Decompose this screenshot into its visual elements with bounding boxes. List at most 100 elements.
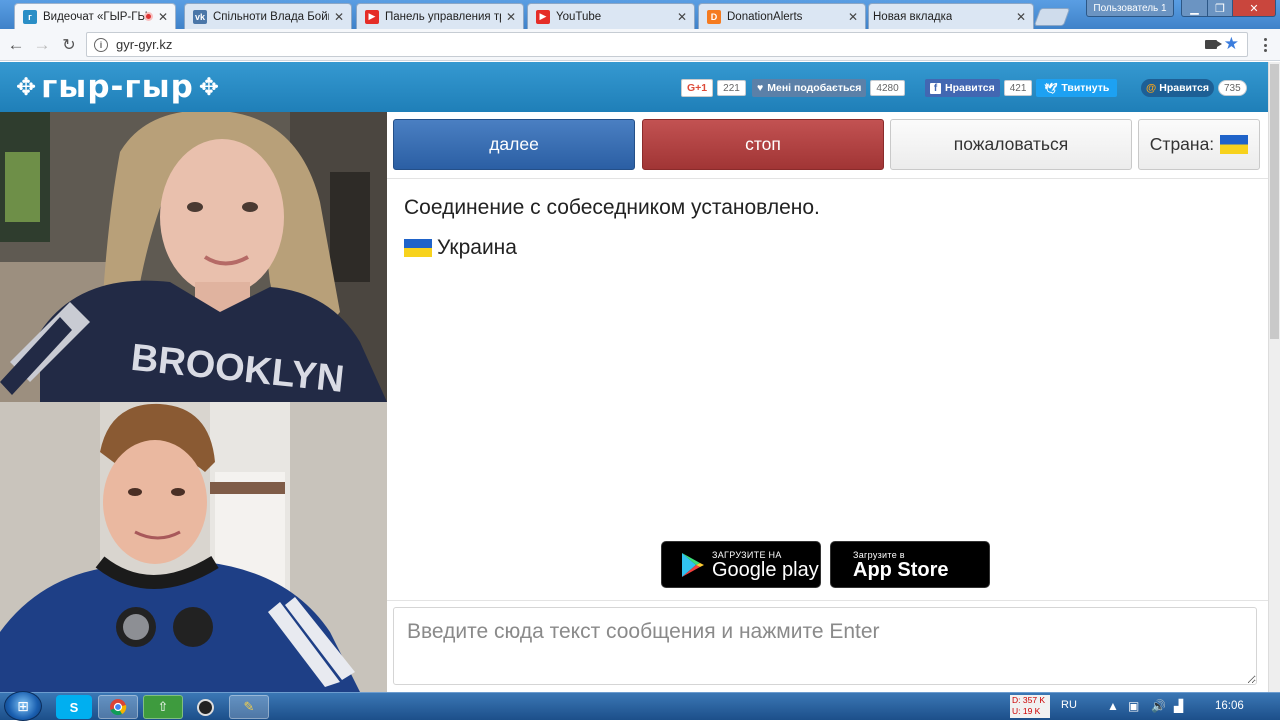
vk-icon: vk [193, 9, 207, 24]
site-logo[interactable]: ✥ гыр-гыр ✥ [16, 68, 219, 106]
gyr-icon: г [23, 9, 37, 24]
chrome-icon[interactable] [98, 695, 138, 719]
profile-button[interactable]: Пользователь 1 [1086, 0, 1174, 17]
gplus-count: 221 [717, 80, 746, 96]
url-text[interactable]: gyr-gyr.kz [116, 37, 172, 52]
close-window-button[interactable]: ✕ [1232, 0, 1276, 17]
tab-youtube[interactable]: ▶ YouTube ✕ [527, 3, 695, 29]
close-tab-icon[interactable]: ✕ [506, 10, 516, 24]
report-button[interactable]: пожаловаться [890, 119, 1132, 170]
tab-videochat[interactable]: г Видеочат «ГЫР-ГЫ ✕ [14, 3, 176, 29]
connection-status-message: Соединение с собеседником установлено. [404, 196, 820, 219]
stop-button[interactable]: стоп [642, 119, 884, 170]
skype-icon[interactable]: S [56, 695, 92, 719]
start-button[interactable]: ⊞ [4, 691, 42, 721]
twitter-icon: 🕊 [1044, 82, 1058, 95]
vk-like-button[interactable]: ♥ Мені подобається [752, 79, 867, 97]
local-video [0, 402, 387, 692]
facebook-widget[interactable]: f Нравится 421 [925, 79, 1033, 97]
forward-icon[interactable]: → [32, 35, 52, 55]
bookmark-star-icon[interactable]: ★ [1224, 34, 1239, 54]
ukraine-flag-icon [404, 239, 432, 257]
maximize-button[interactable]: ❐ [1207, 0, 1233, 17]
minimize-button[interactable]: ▁ [1181, 0, 1208, 17]
browser-menu-icon[interactable] [1257, 36, 1273, 54]
remote-video: BROOKLYN [0, 112, 387, 402]
close-tab-icon[interactable]: ✕ [334, 10, 344, 24]
info-icon[interactable]: i [94, 37, 108, 52]
app-store-badge[interactable]: Загрузите в App Store [830, 541, 990, 588]
tab-title: YouTube [556, 10, 602, 23]
tab-new[interactable]: Новая вкладка ✕ [868, 3, 1034, 29]
gplus-button[interactable]: G+1 [681, 79, 714, 97]
vk-like-widget[interactable]: ♥ Мені подобається 4280 [752, 79, 905, 97]
new-tab-button[interactable] [1033, 8, 1071, 26]
tweet-label: Твитнуть [1061, 82, 1110, 94]
back-icon[interactable]: ← [6, 35, 26, 55]
net-upload: U: 19 K [1012, 706, 1041, 716]
tab-title: Новая вкладка [873, 10, 953, 23]
chrome-logo [110, 699, 127, 716]
address-bar[interactable]: i gyr-gyr.kz ★ [86, 32, 1248, 57]
tray-network-icon[interactable]: ▣ [1128, 699, 1139, 713]
facebook-like-count: 421 [1003, 80, 1033, 96]
tray-arrow-icon[interactable]: ▲ [1107, 699, 1119, 713]
close-tab-icon[interactable]: ✕ [1016, 10, 1026, 24]
net-download: D: 357 K [1012, 695, 1046, 705]
tweet-button[interactable]: 🕊 Твитнуть [1036, 79, 1118, 97]
tab-youtube-studio[interactable]: ▶ Панель управления тр ✕ [356, 3, 524, 29]
vk-like-label: Мені подобається [767, 82, 862, 94]
divider [387, 600, 1268, 601]
facebook-icon: f [930, 82, 941, 94]
logo-text: гыр-гыр [41, 69, 194, 105]
obs-icon[interactable] [185, 695, 225, 719]
remote-video-frame: BROOKLYN [0, 112, 387, 402]
volume-icon[interactable]: 🔊 [1151, 699, 1166, 713]
country-selector[interactable]: Страна: [1138, 119, 1260, 170]
close-tab-icon[interactable]: ✕ [677, 10, 687, 24]
chat-log: Соединение с собеседником установлено. У… [387, 178, 1268, 600]
page-scrollbar[interactable] [1268, 62, 1280, 692]
google-play-small-text: ЗАГРУЗИТЕ НА [712, 549, 782, 560]
ornament-left-icon: ✥ [16, 73, 37, 101]
message-input[interactable] [394, 608, 1256, 684]
donationalerts-icon: D [707, 9, 721, 24]
close-tab-icon[interactable]: ✕ [848, 10, 858, 24]
youtube-icon: ▶ [536, 9, 550, 24]
google-play-badge[interactable]: ЗАГРУЗИТЕ НА Google play [661, 541, 821, 588]
message-input-wrapper [393, 607, 1257, 685]
tab-vk[interactable]: vk Спільноти Влада Бойк ✕ [184, 3, 352, 29]
partner-country-name: Украина [437, 236, 517, 259]
app-store-small-text: Загрузите в [853, 549, 905, 560]
uploader-icon[interactable]: ⇧ [143, 695, 183, 719]
mailru-widget[interactable]: @ Нравится 735 [1141, 79, 1247, 97]
twitter-widget[interactable]: 🕊 Твитнуть [1036, 79, 1118, 97]
windows-taskbar: ⊞ S ⇧ ✎ D: 357 K U: 19 K RU ▲ ▣ 🔊 ▟ 16:0… [0, 691, 1280, 721]
mailru-like-button[interactable]: @ Нравится [1141, 79, 1214, 97]
camera-icon[interactable] [1205, 40, 1222, 49]
app-icon[interactable]: ✎ [229, 695, 269, 719]
clock[interactable]: 16:06 [1215, 700, 1244, 712]
tab-donationalerts[interactable]: D DonationAlerts ✕ [698, 3, 866, 29]
heart-icon: ♥ [757, 82, 764, 94]
chat-panel: далее стоп пожаловаться Страна: Соединен… [387, 112, 1268, 692]
ornament-right-icon: ✥ [198, 73, 219, 101]
scrollbar-thumb[interactable] [1270, 64, 1279, 339]
mailru-icon: @ [1146, 82, 1157, 94]
gplus-widget[interactable]: G+1 221 [681, 79, 746, 97]
facebook-like-button[interactable]: f Нравится [925, 79, 1000, 97]
signal-icon[interactable]: ▟ [1174, 699, 1183, 713]
partner-country-message: Украина [404, 236, 517, 260]
reload-icon[interactable]: ↻ [59, 35, 79, 55]
facebook-like-label: Нравится [945, 82, 995, 94]
mailru-like-count: 735 [1217, 80, 1247, 96]
vk-like-count: 4280 [870, 80, 905, 96]
next-button[interactable]: далее [393, 119, 635, 170]
tab-title: Панель управления тр [385, 10, 501, 23]
browser-toolbar: ← → ↻ i gyr-gyr.kz ★ [0, 29, 1280, 61]
recording-icon [144, 12, 153, 21]
close-tab-icon[interactable]: ✕ [158, 10, 168, 24]
local-video-frame [0, 402, 387, 692]
language-indicator[interactable]: RU [1061, 699, 1077, 711]
obs-logo [196, 698, 214, 716]
